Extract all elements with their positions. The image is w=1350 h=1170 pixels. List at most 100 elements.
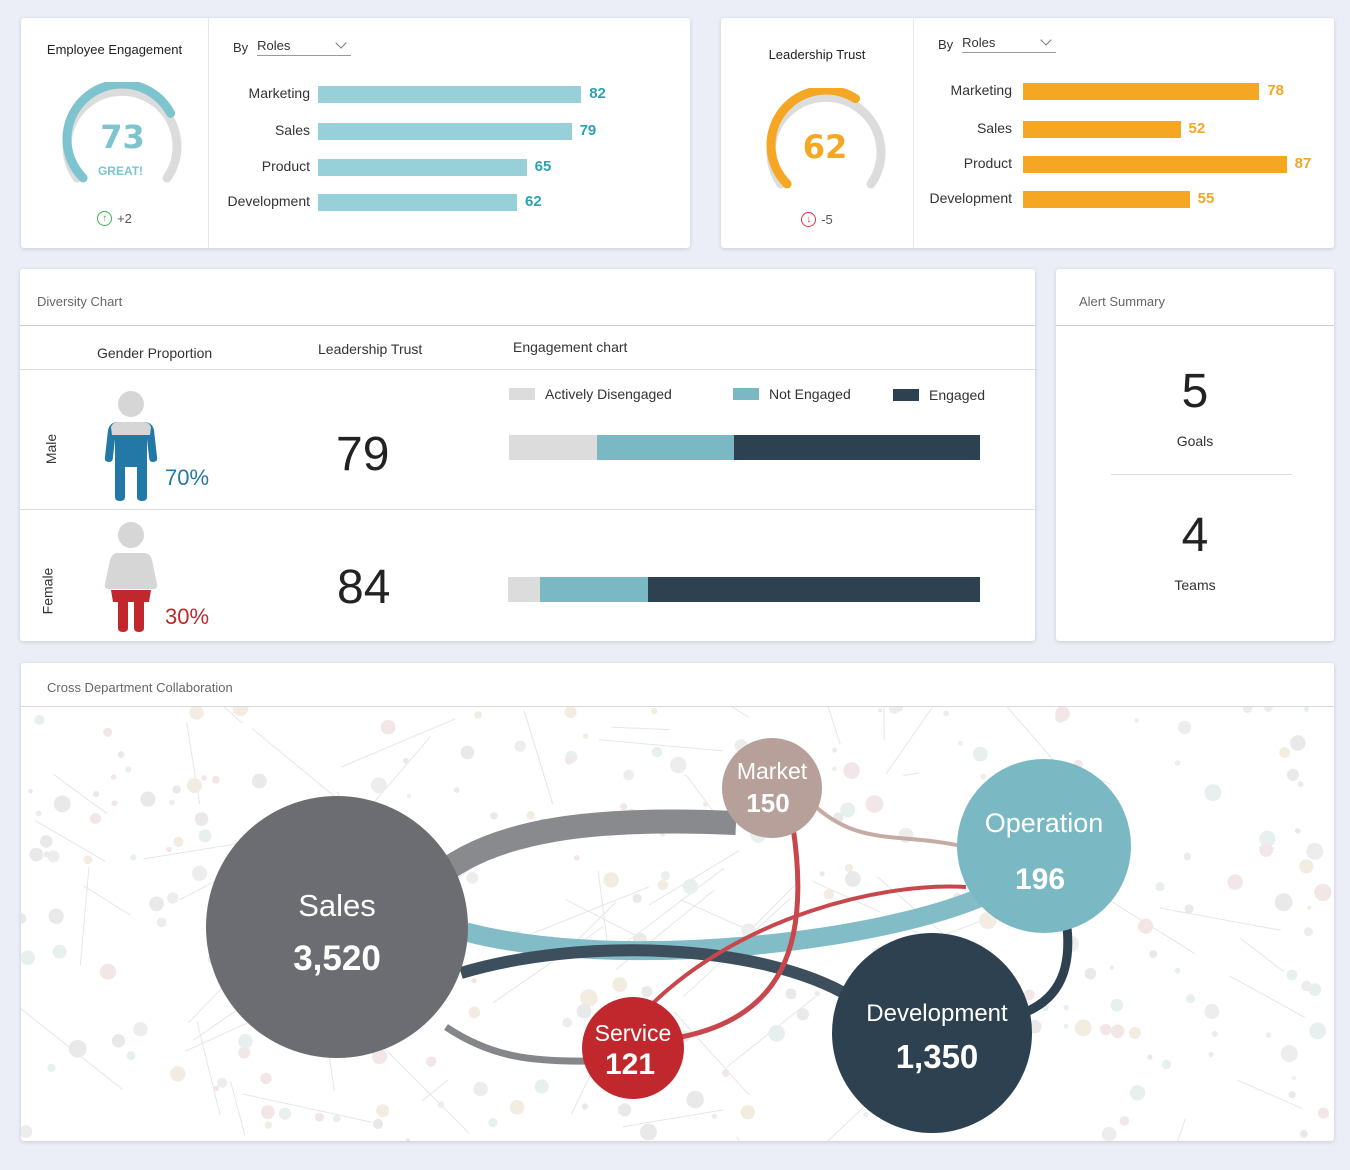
engagement-bar-value: 62: [525, 193, 542, 210]
trust-bar[interactable]: [1023, 191, 1190, 208]
engagement-delta-value: +2: [117, 211, 132, 226]
actively-disengaged-segment[interactable]: [508, 577, 541, 602]
male-person-icon: [104, 391, 158, 501]
not-engaged-segment[interactable]: [596, 435, 735, 460]
legend-not-engaged: Not Engaged: [733, 386, 851, 402]
engagement-bar-row: Product 65: [21, 158, 690, 176]
male-percent: 70%: [165, 465, 210, 490]
trust-bar-label: Sales: [976, 120, 1012, 136]
engagement-select-value: Roles: [257, 38, 291, 53]
collaboration-title: Cross Department Collaboration: [47, 680, 233, 695]
engagement-bar-row: Marketing 82: [21, 85, 690, 103]
teams-label: Teams: [1174, 577, 1216, 593]
legend-swatch: [733, 388, 759, 400]
trust-filter: By Roles: [938, 34, 1057, 53]
goals-label: Goals: [1176, 433, 1214, 449]
engagement-bar-value: 82: [589, 85, 606, 102]
engagement-bar[interactable]: [318, 123, 572, 140]
legend-swatch: [509, 388, 535, 400]
chevron-down-icon: [335, 37, 347, 49]
link-market-service: [680, 826, 801, 1040]
node-development-name: Development: [866, 1000, 1008, 1027]
gender-proportion-header: Gender Proportion: [97, 345, 213, 361]
legend-actively-disengaged: Actively Disengaged: [509, 386, 672, 402]
diversity-title: Diversity Chart: [37, 294, 123, 309]
legend-label: Not Engaged: [769, 386, 851, 402]
trust-by-label: By: [938, 36, 954, 52]
actively-disengaged-segment[interactable]: [509, 435, 597, 460]
engagement-bar-row: Development 62: [21, 193, 690, 211]
node-service[interactable]: Service 121: [582, 997, 684, 1099]
link-sales-market: [422, 809, 737, 892]
female-percent: 30%: [165, 604, 210, 629]
alert-title-divider: [1056, 325, 1334, 326]
node-sales-name: Sales: [298, 888, 376, 923]
trust-roles-select[interactable]: Roles: [962, 34, 1057, 53]
node-sales[interactable]: Sales 3,520: [206, 796, 468, 1058]
legend-engaged: Engaged: [893, 387, 985, 403]
node-sales-value: 3,520: [293, 939, 381, 978]
trust-bar-label: Development: [929, 190, 1013, 206]
header-divider: [20, 369, 1035, 370]
collaboration-card: Cross Department Collaboration Sales 3,5…: [21, 663, 1334, 1141]
trust-bar[interactable]: [1023, 83, 1260, 100]
male-leadership-trust: 79: [336, 428, 390, 481]
engaged-segment[interactable]: [734, 435, 980, 460]
engagement-bar-label: Sales: [274, 122, 310, 138]
trust-title: Leadership Trust: [768, 47, 866, 62]
chevron-down-icon: [1040, 34, 1052, 46]
engagement-bar-value: 79: [579, 122, 597, 139]
female-person-icon: [104, 522, 158, 632]
engagement-roles-select[interactable]: Roles: [257, 37, 352, 56]
engagement-bar[interactable]: [318, 86, 582, 103]
link-sales-service: [444, 1024, 592, 1065]
engagement-filter: By Roles: [233, 37, 352, 56]
legend-label: Actively Disengaged: [545, 386, 672, 402]
node-market[interactable]: Market 150: [722, 738, 822, 838]
node-operation[interactable]: Operation 196: [957, 759, 1131, 933]
node-service-value: 121: [605, 1048, 655, 1081]
engagement-bar-label: Marketing: [248, 85, 310, 101]
leadership-trust-header: Leadership Trust: [318, 341, 423, 357]
engaged-segment[interactable]: [648, 577, 980, 602]
trust-bar[interactable]: [1023, 121, 1181, 138]
teams-count: 4: [1181, 509, 1209, 562]
engagement-bar[interactable]: [318, 194, 518, 211]
trust-bar-value: 55: [1197, 190, 1215, 207]
engagement-chart-header: Engagement chart: [513, 339, 628, 355]
row-label-female: Female: [39, 567, 56, 615]
engagement-delta: ↑ +2: [21, 211, 208, 226]
engagement-title: Employee Engagement: [46, 42, 183, 57]
female-engagement-bar: [508, 577, 980, 602]
trust-delta-value: -5: [821, 212, 833, 227]
row-divider: [20, 509, 1035, 510]
trust-bar[interactable]: [1023, 156, 1287, 173]
alert-summary-title: Alert Summary: [1079, 294, 1165, 309]
trust-bar-row: Sales 52: [721, 120, 1334, 138]
diversity-chart-card: Diversity Chart Gender Proportion Leader…: [20, 269, 1035, 641]
male-engagement-bar: [509, 435, 980, 460]
engagement-bar[interactable]: [318, 159, 527, 176]
trust-select-value: Roles: [962, 35, 996, 50]
engagement-bar-label: Product: [261, 158, 310, 174]
goals-count: 5: [1181, 365, 1209, 418]
arrow-down-circle-icon: ↓: [801, 212, 817, 227]
node-market-name: Market: [737, 758, 808, 784]
not-engaged-segment[interactable]: [540, 577, 649, 602]
collaboration-network: Sales 3,520 Market 150 Operation 196 Dev…: [21, 707, 1332, 1141]
node-operation-value: 196: [1015, 863, 1065, 896]
trust-bar-row: Marketing 78: [721, 82, 1334, 100]
row-label-male: Male: [43, 433, 60, 465]
trust-bar-row: Development 55: [721, 190, 1334, 208]
node-operation-name: Operation: [985, 808, 1104, 838]
legend-swatch: [893, 389, 919, 401]
trust-delta: ↓ -5: [721, 212, 913, 227]
node-service-name: Service: [595, 1020, 672, 1046]
trust-bar-label: Marketing: [950, 82, 1012, 98]
employee-engagement-card: Employee Engagement 73 GREAT! ↑ +2 By Ro…: [21, 18, 690, 248]
trust-bar-value: 52: [1188, 120, 1206, 137]
trust-bar-value: 87: [1294, 155, 1312, 172]
node-development[interactable]: Development 1,350: [832, 933, 1032, 1133]
engagement-bar-label: Development: [227, 193, 311, 209]
trust-bar-value: 78: [1267, 82, 1285, 99]
